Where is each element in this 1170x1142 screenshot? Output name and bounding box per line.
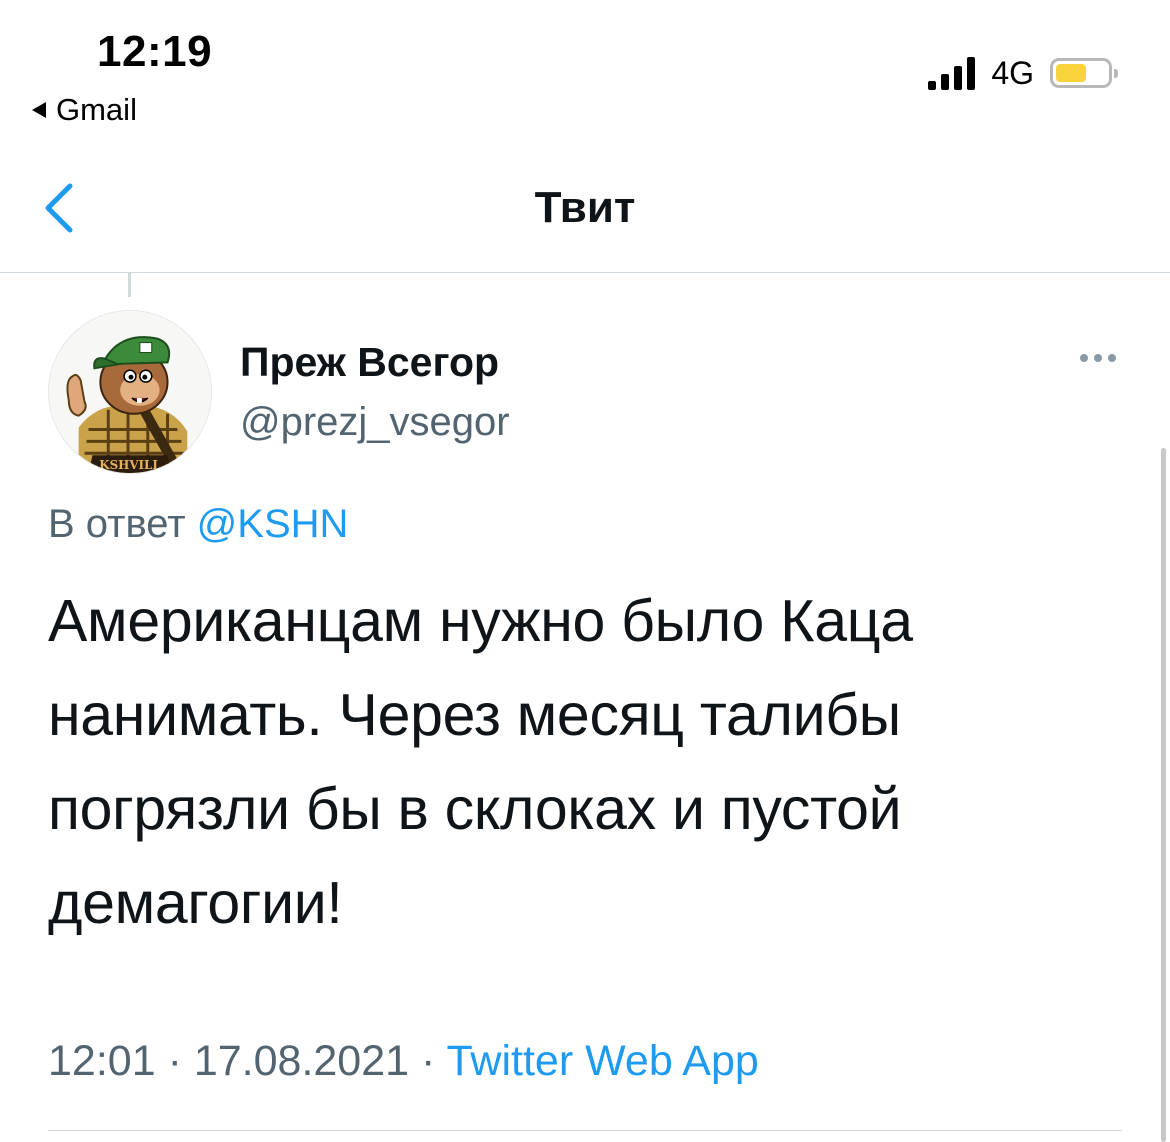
meta-separator: · <box>167 1037 182 1085</box>
back-triangle-icon <box>32 101 46 118</box>
avatar-banner-text: KSHVILL <box>99 458 161 472</box>
author-handle[interactable]: @prezj_vsegor <box>240 402 510 442</box>
header-divider <box>0 272 1170 273</box>
battery-icon <box>1050 58 1118 88</box>
status-time: 12:19 <box>97 27 213 76</box>
tweet-date: 17.08.2021 <box>193 1037 410 1085</box>
return-app-label: Gmail <box>56 92 137 127</box>
status-indicators: 4G <box>928 55 1118 91</box>
content-divider <box>48 1130 1122 1131</box>
thread-connector-line <box>128 273 131 297</box>
author-display-name[interactable]: Преж Всегор <box>240 342 499 383</box>
more-horizontal-icon[interactable] <box>1080 354 1116 362</box>
network-type: 4G <box>991 55 1034 91</box>
reply-prefix: В ответ <box>48 502 186 546</box>
meta-separator: · <box>421 1037 436 1085</box>
avatar-mascot-image: KSHVILL <box>49 311 211 473</box>
tweet-metadata: 12:01 · 17.08.2021 · Twitter Web App <box>48 1040 759 1083</box>
tweet-time: 12:01 <box>48 1037 156 1085</box>
tweet-source-link[interactable]: Twitter Web App <box>447 1037 759 1085</box>
battery-fill <box>1056 64 1086 82</box>
reply-mention-link[interactable]: @KSHN <box>197 502 349 546</box>
page-title: Твит <box>534 183 636 232</box>
scrollbar[interactable] <box>1161 448 1166 1142</box>
cellular-signal-icon <box>928 56 976 90</box>
reply-context: В ответ @KSHN <box>48 504 348 544</box>
avatar[interactable]: KSHVILL <box>48 310 212 474</box>
return-to-app-button[interactable]: Gmail <box>32 94 137 125</box>
tweet-text: Американцам нужно было Каца нанимать. Че… <box>48 588 913 936</box>
